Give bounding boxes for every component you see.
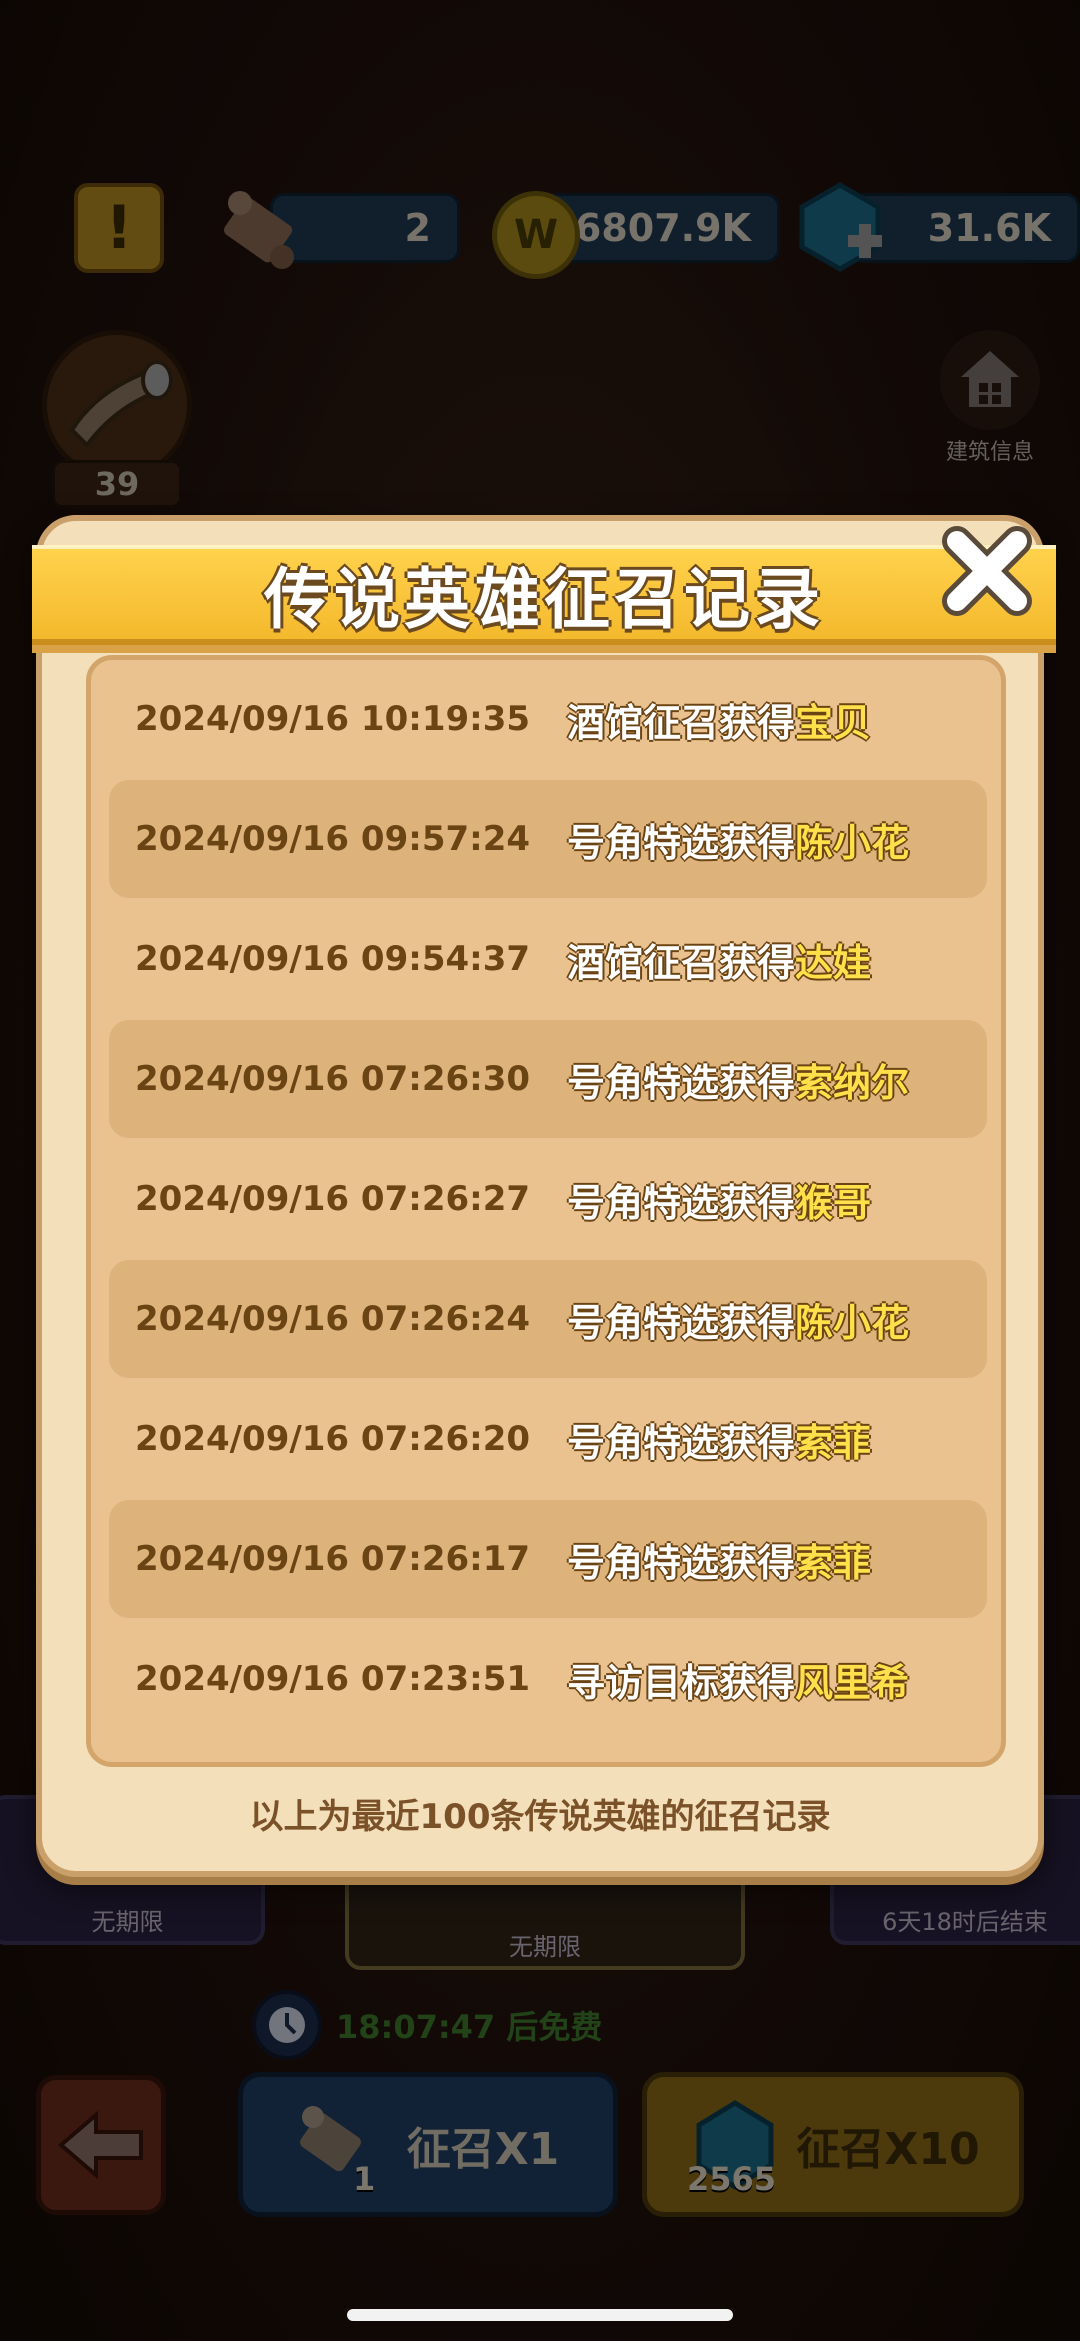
record-description: 号角特选获得索菲 — [567, 1532, 871, 1587]
record-row: 2024/09/16 09:54:37 酒馆征召获得达娃 — [109, 900, 987, 1018]
horn-icon — [42, 330, 192, 480]
banner-period: 6天18时后结束 — [882, 1908, 1048, 1936]
record-action: 号角特选获得 — [567, 1060, 796, 1105]
record-description: 酒馆征召获得达娃 — [567, 932, 871, 987]
record-time: 2024/09/16 07:26:30 — [135, 1059, 531, 1099]
summon-record-modal: 传说英雄征召记录 2024/09/16 10:19:35 酒馆征召获得宝贝 20… — [32, 515, 1056, 1877]
record-hero: 陈小花 — [795, 820, 910, 865]
building-info-button[interactable]: 建筑信息 — [930, 330, 1050, 465]
record-time: 2024/09/16 07:26:17 — [135, 1539, 531, 1579]
record-description: 号角特选获得猴哥 — [567, 1172, 871, 1227]
scroll-icon — [210, 179, 310, 279]
record-action: 酒馆征召获得 — [567, 940, 796, 985]
home-indicator[interactable] — [347, 2309, 733, 2321]
record-row: 2024/09/16 07:26:17 号角特选获得索菲 — [109, 1500, 987, 1618]
gem-icon — [790, 177, 890, 277]
record-list[interactable]: 2024/09/16 10:19:35 酒馆征召获得宝贝 2024/09/16 … — [86, 655, 1006, 1767]
record-description: 号角特选获得陈小花 — [567, 1292, 909, 1347]
record-row: 2024/09/16 07:26:30 号角特选获得索纳尔 — [109, 1020, 987, 1138]
scroll-count: 2 — [404, 206, 431, 250]
close-icon — [942, 526, 1032, 616]
record-description: 寻访目标获得风里希 — [567, 1652, 909, 1707]
record-time: 2024/09/16 09:54:37 — [135, 939, 531, 979]
modal-title: 传说英雄征召记录 — [264, 561, 824, 638]
record-hero: 宝贝 — [795, 700, 872, 745]
gem-count: 31.6K — [927, 206, 1051, 250]
record-hero: 索菲 — [795, 1420, 872, 1465]
record-action: 号角特选获得 — [567, 1540, 796, 1585]
title-banner: 传说英雄征召记录 — [32, 545, 1056, 653]
back-button[interactable] — [36, 2075, 166, 2215]
record-hero: 达娃 — [795, 940, 872, 985]
record-hero: 陈小花 — [795, 1300, 910, 1345]
summon-x1-label: 征召X1 — [406, 2123, 560, 2175]
record-action: 寻访目标获得 — [567, 1660, 796, 1705]
record-action: 号角特选获得 — [567, 1300, 796, 1345]
record-description: 酒馆征召获得宝贝 — [567, 692, 871, 747]
resource-bar: ! 2 6807.9K W 31.6K — [0, 175, 1080, 285]
record-description: 号角特选获得陈小花 — [567, 812, 909, 867]
banner-period: 无期限 — [509, 1933, 581, 1961]
record-hero: 风里希 — [795, 1660, 910, 1705]
record-time: 2024/09/16 07:23:51 — [135, 1659, 531, 1699]
record-hero: 索菲 — [795, 1540, 872, 1585]
record-row: 2024/09/16 10:19:35 酒馆征召获得宝贝 — [109, 660, 987, 778]
notice-button[interactable]: ! — [74, 183, 164, 273]
record-action: 酒馆征召获得 — [567, 700, 796, 745]
record-description: 号角特选获得索菲 — [567, 1412, 871, 1467]
record-time: 2024/09/16 07:26:27 — [135, 1179, 531, 1219]
building-info-label: 建筑信息 — [945, 440, 1034, 465]
coin-icon: W — [492, 191, 580, 279]
record-row: 2024/09/16 07:23:51 寻访目标获得风里希 — [109, 1620, 987, 1738]
record-footer-note: 以上为最近100条传说英雄的征召记录 — [249, 1797, 831, 1837]
record-hero: 猴哥 — [795, 1180, 872, 1225]
coin-count: 6807.9K — [574, 206, 751, 250]
banner-period: 无期限 — [91, 1908, 164, 1936]
arrow-left-icon — [57, 2110, 143, 2180]
record-time: 2024/09/16 07:26:20 — [135, 1419, 531, 1459]
record-row: 2024/09/16 07:26:27 号角特选获得猴哥 — [109, 1140, 987, 1258]
record-time: 2024/09/16 07:26:24 — [135, 1299, 531, 1339]
free-timer: 18:07:47 后免费 — [252, 1990, 602, 2060]
summon-x10-label: 征召X10 — [796, 2123, 980, 2175]
record-description: 号角特选获得索纳尔 — [567, 1052, 909, 1107]
record-action: 号角特选获得 — [567, 1420, 796, 1465]
close-button[interactable] — [927, 511, 1047, 631]
summon-x1-cost: 1 — [353, 2160, 376, 2198]
summon-x10-button[interactable]: 2565 征召X10 — [642, 2072, 1024, 2217]
record-row: 2024/09/16 07:26:20 号角特选获得索菲 — [109, 1380, 987, 1498]
free-timer-text: 18:07:47 后免费 — [336, 2008, 603, 2046]
summon-x10-cost: 2565 — [687, 2160, 777, 2198]
record-action: 号角特选获得 — [567, 820, 796, 865]
summon-x1-button[interactable]: 1 征召X1 — [238, 2072, 618, 2217]
horn-badge[interactable]: 39 — [38, 330, 198, 510]
record-hero: 索纳尔 — [795, 1060, 910, 1105]
record-time: 2024/09/16 10:19:35 — [135, 699, 531, 739]
record-row: 2024/09/16 07:26:24 号角特选获得陈小花 — [109, 1260, 987, 1378]
record-action: 号角特选获得 — [567, 1180, 796, 1225]
record-row: 2024/09/16 09:57:24 号角特选获得陈小花 — [109, 780, 987, 898]
record-time: 2024/09/16 09:57:24 — [135, 819, 531, 859]
exclamation-icon: ! — [105, 193, 133, 263]
horn-count: 39 — [52, 460, 182, 508]
house-icon — [940, 330, 1040, 430]
clock-icon — [252, 1990, 322, 2060]
